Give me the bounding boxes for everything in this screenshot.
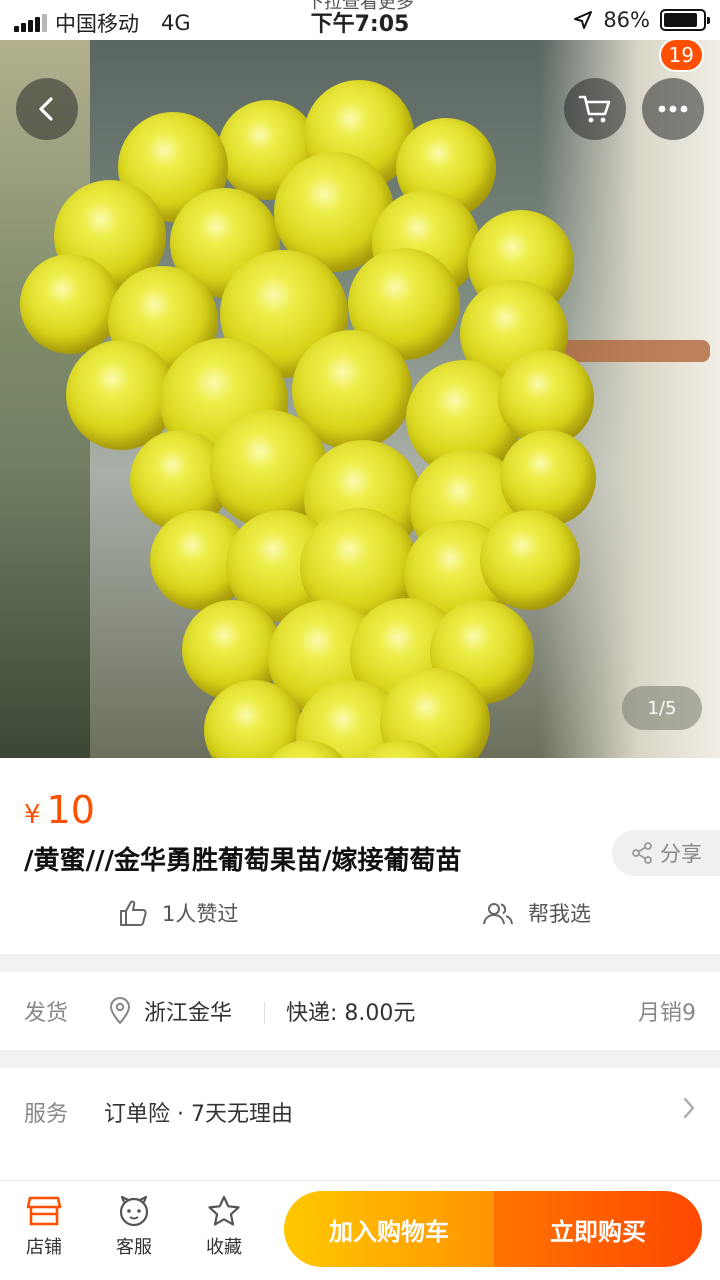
share-icon	[632, 842, 652, 864]
grape	[20, 254, 120, 354]
divider	[264, 1002, 265, 1024]
monthly-sales: 月销9	[638, 1001, 696, 1026]
store-label: 店铺	[26, 1237, 62, 1258]
grape	[480, 510, 580, 610]
chevron-left-icon	[39, 97, 53, 121]
store-tab[interactable]: 店铺	[4, 1195, 84, 1259]
product-title: /黄蜜///金华勇胜葡萄果苗/嫁接葡萄苗	[24, 846, 462, 876]
help-choose-button[interactable]: 帮我选	[482, 898, 591, 928]
product-info-card: ¥ 10 /黄蜜///金华勇胜葡萄果苗/嫁接葡萄苗 分享 1人赞过 帮我选	[0, 758, 720, 954]
favorite-tab[interactable]: 收藏	[184, 1195, 264, 1259]
service-value: 订单险 · 7天无理由	[104, 1102, 293, 1127]
store-icon	[26, 1196, 62, 1226]
customer-service-label: 客服	[116, 1237, 152, 1258]
ship-from-location: 浙江金华	[144, 1001, 233, 1026]
share-button[interactable]: 分享	[612, 830, 720, 876]
more-dots-icon	[658, 105, 688, 113]
battery-percent: 86%	[603, 8, 650, 32]
favorite-label: 收藏	[206, 1237, 242, 1258]
buy-now-button[interactable]: 立即购买	[494, 1191, 702, 1267]
status-bar: 下拉查看更多 中国移动 4G 下午7:05 86%	[0, 0, 720, 40]
thumbs-up-icon	[120, 900, 147, 926]
location-pin-icon	[109, 997, 131, 1025]
price-value: 10	[46, 788, 95, 832]
share-label: 分享	[660, 842, 702, 866]
shipping-fee: 快递: 8.00元	[286, 1001, 416, 1026]
shipping-row[interactable]: 发货 浙江金华 快递: 8.00元 月销9	[0, 972, 720, 1050]
product-price: ¥ 10	[24, 788, 95, 832]
cart-count-badge: 19	[658, 40, 704, 72]
service-row[interactable]: 服务 订单险 · 7天无理由	[0, 1068, 720, 1190]
people-icon	[483, 903, 513, 925]
chevron-right-icon	[682, 1096, 696, 1126]
cart-button[interactable]	[564, 78, 626, 140]
location-arrow-icon	[574, 11, 593, 29]
add-to-cart-button[interactable]: 加入购物车	[284, 1191, 494, 1267]
gallery-page-indicator: 1/5	[622, 686, 702, 730]
help-choose-label: 帮我选	[528, 902, 591, 926]
shipping-label: 发货	[24, 1001, 69, 1026]
service-label: 服务	[24, 1102, 69, 1127]
customer-service-icon	[119, 1195, 149, 1227]
bottom-action-bar: 店铺 客服 收藏 加入购物车 立即购买	[0, 1180, 720, 1280]
cart-icon	[578, 95, 611, 123]
like-button[interactable]: 1人赞过	[118, 898, 238, 928]
customer-service-tab[interactable]: 客服	[94, 1195, 174, 1259]
product-image-gallery[interactable]: 19 1/5	[0, 40, 720, 758]
likes-count-label: 1人赞过	[162, 902, 239, 926]
battery-icon	[660, 9, 710, 31]
currency-symbol: ¥	[24, 800, 41, 830]
back-button[interactable]	[16, 78, 78, 140]
star-icon	[208, 1195, 240, 1226]
more-button[interactable]	[642, 78, 704, 140]
